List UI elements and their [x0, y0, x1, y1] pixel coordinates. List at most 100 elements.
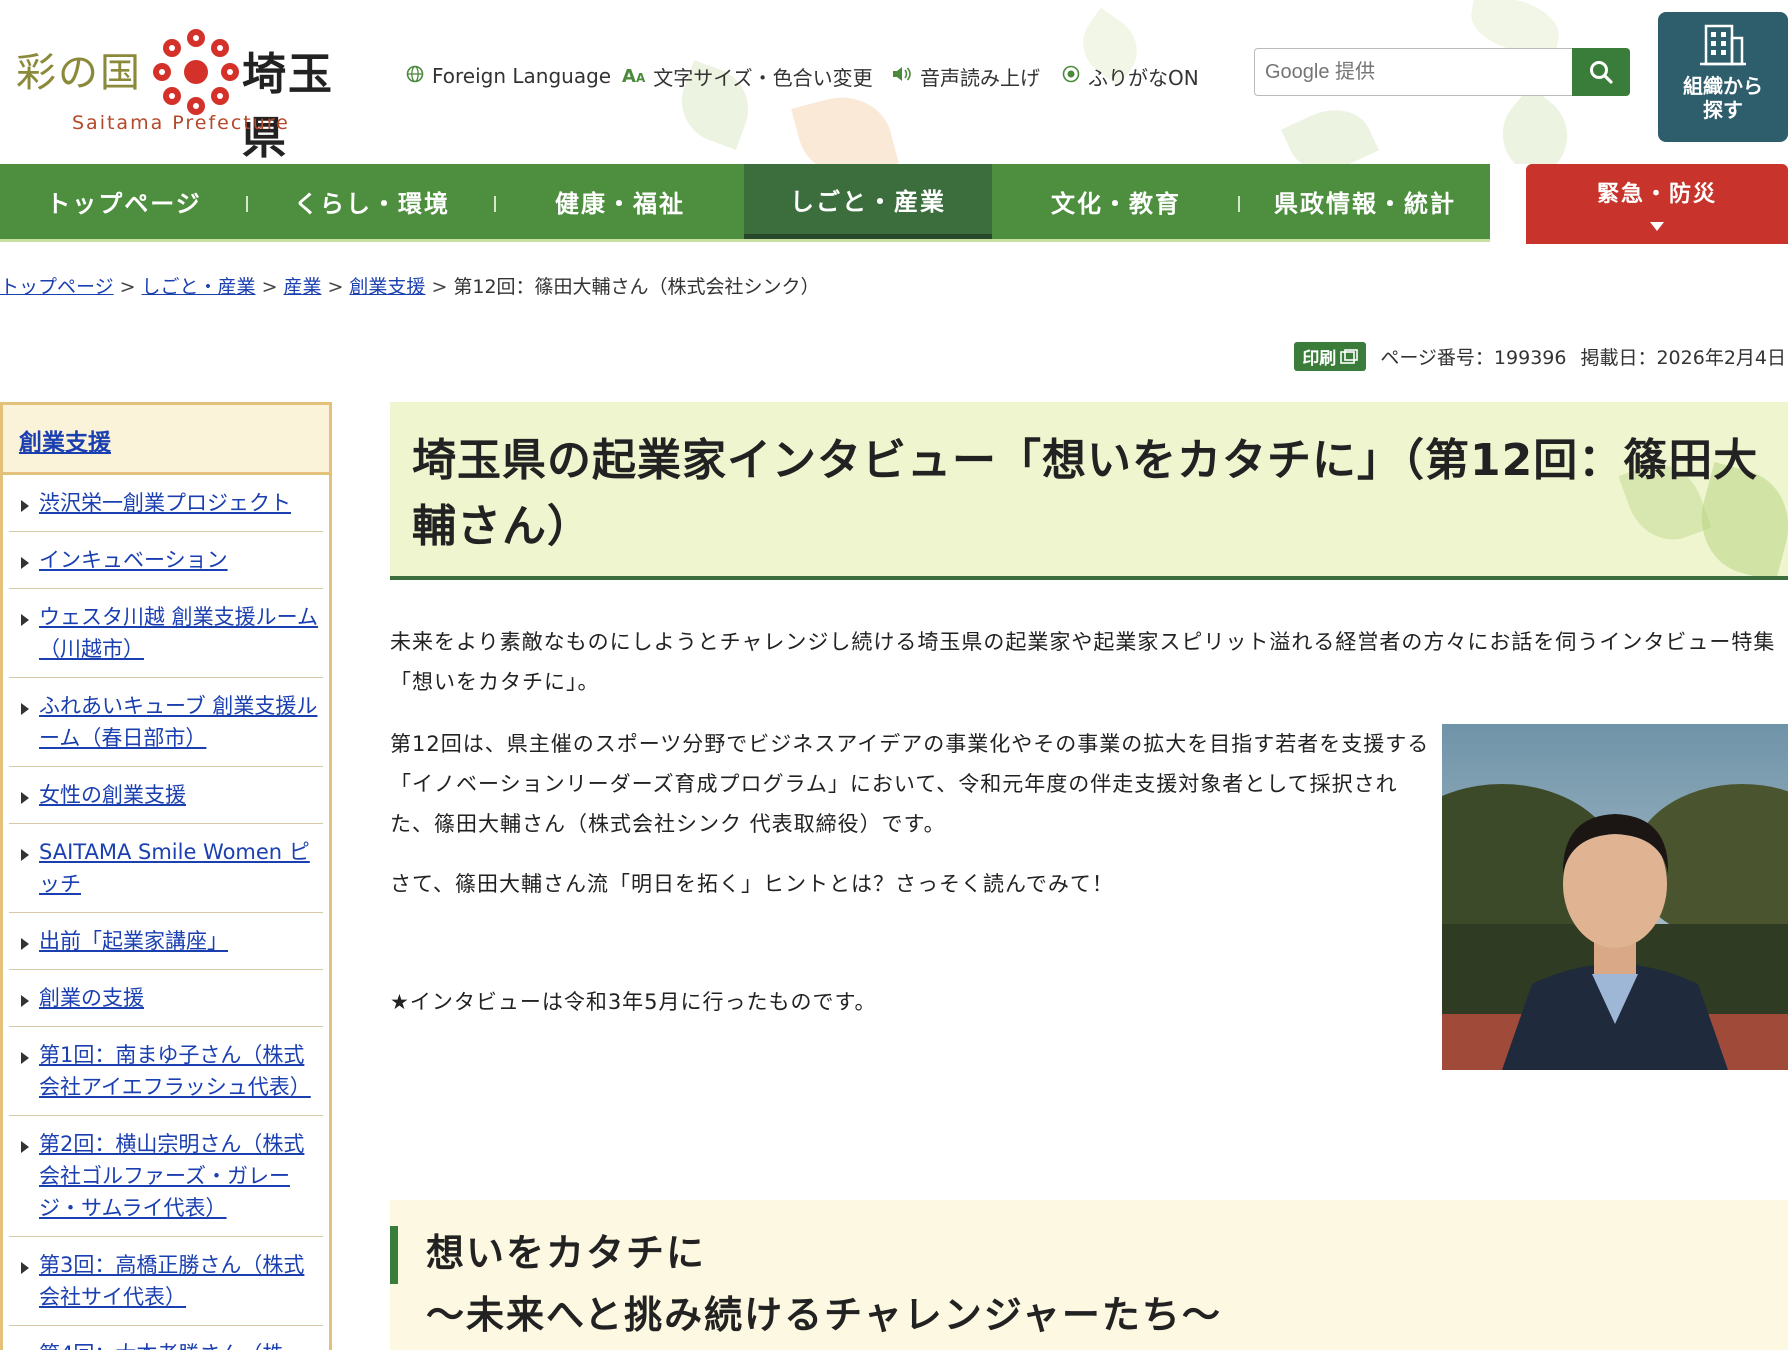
- text-size-icon: AA: [622, 65, 646, 87]
- sidebar-item-link[interactable]: 第3回：高橋正勝さん（株式会社サイ代表）: [39, 1253, 304, 1309]
- sidebar-item: ウェスタ川越 創業支援ルーム（川越市）: [9, 589, 323, 678]
- speaker-icon: [892, 66, 912, 87]
- sidebar-item: 女性の創業支援: [9, 767, 323, 824]
- building-icon: [1700, 24, 1746, 66]
- breadcrumb-separator: >: [119, 276, 136, 298]
- font-size-color-link[interactable]: AA 文字サイズ・色合い変更: [622, 62, 873, 90]
- sidebar-item: ふれあいキューブ 創業支援ルーム（春日部市）: [9, 678, 323, 767]
- printer-icon: [1340, 348, 1359, 364]
- breadcrumb-link[interactable]: 創業支援: [349, 276, 425, 298]
- sidebar-list: 渋沢栄一創業プロジェクト インキュベーション ウェスタ川越 創業支援ルーム（川越…: [3, 475, 329, 1350]
- nav-label: しごと・産業: [790, 187, 946, 216]
- page-meta: 印刷 ページ番号：199396 掲載日：2026年2月4日: [1294, 342, 1786, 371]
- furigana-toggle[interactable]: ふりがなON: [1062, 62, 1199, 90]
- sidebar-title: 創業支援: [3, 405, 329, 475]
- sidebar-item-link[interactable]: ふれあいキューブ 創業支援ルーム（春日部市）: [39, 694, 317, 750]
- breadcrumb-link[interactable]: 産業: [283, 276, 321, 298]
- intro-paragraph: 未来をより素敵なものにしようとチャレンジし続ける埼玉県の起業家や起業家スピリット…: [390, 630, 1776, 694]
- foreign-language-link[interactable]: Foreign Language: [406, 62, 611, 90]
- read-aloud-link[interactable]: 音声読み上げ: [892, 62, 1040, 90]
- search-icon: [1590, 61, 1613, 84]
- breadcrumb-separator: >: [431, 276, 448, 298]
- sidebar-item-link[interactable]: ウェスタ川越 創業支援ルーム（川越市）: [39, 605, 318, 661]
- page-number: ページ番号：199396: [1380, 347, 1567, 369]
- sidebar-item-link[interactable]: 創業の支援: [39, 986, 144, 1010]
- saitama-flower-logo-icon: [153, 29, 239, 115]
- search-input[interactable]: [1255, 49, 1573, 95]
- emergency-label: 緊急・防災: [1596, 182, 1717, 207]
- nav-item-culture[interactable]: 文化・教育: [992, 164, 1240, 239]
- sidebar-item-link[interactable]: 第1回：南まゆ子さん（株式会社アイエフラッシュ代表）: [39, 1043, 311, 1099]
- sidebar-item: 第2回：横山宗明さん（株式会社ゴルファーズ・ガレージ・サムライ代表）: [9, 1116, 323, 1237]
- sidebar-item-link[interactable]: 出前「起業家講座」: [39, 929, 228, 953]
- sidebar: 創業支援 渋沢栄一創業プロジェクト インキュベーション ウェスタ川越 創業支援ル…: [0, 402, 332, 1350]
- nav-item-living[interactable]: くらし・環境: [248, 164, 496, 239]
- body-paragraph: 第12回は、県主催のスポーツ分野でビジネスアイデアの事業化やその事業の拡大を目指…: [390, 732, 1430, 836]
- sidebar-item-link[interactable]: SAITAMA Smile Women ピッチ: [39, 840, 310, 896]
- nav-label: くらし・環境: [294, 190, 450, 218]
- search-button[interactable]: [1572, 48, 1630, 96]
- logo-english-text: Saitama Prefecture: [72, 112, 290, 134]
- chevron-down-icon: [1650, 222, 1664, 231]
- sidebar-item: 第1回：南まゆ子さん（株式会社アイエフラッシュ代表）: [9, 1027, 323, 1116]
- section-title: 想いをカタチに ～未来へと挑み続けるチャレンジャーたち～: [426, 1222, 1222, 1346]
- section-header: 想いをカタチに ～未来へと挑み続けるチャレンジャーたち～: [390, 1200, 1788, 1350]
- section-accent-bar: [390, 1226, 398, 1284]
- org-button-line1: 組織から: [1683, 74, 1763, 98]
- site-search: [1254, 48, 1630, 96]
- breadcrumb: トップページ > しごと・産業 > 産業 > 創業支援 > 第12回：篠田大輔さん（株式会社シン…: [0, 272, 820, 299]
- section-title-line2: ～未来へと挑み続けるチャレンジャーたち～: [426, 1293, 1222, 1337]
- sidebar-item-link[interactable]: 第2回：横山宗明さん（株式会社ゴルファーズ・ガレージ・サムライ代表）: [39, 1132, 304, 1220]
- breadcrumb-separator: >: [327, 276, 344, 298]
- sidebar-item-link[interactable]: 女性の創業支援: [39, 783, 186, 807]
- font-size-color-label: 文字サイズ・色合い変更: [653, 65, 873, 90]
- sidebar-item: 創業の支援: [9, 970, 323, 1027]
- find-by-organization-button[interactable]: 組織から 探す: [1658, 12, 1788, 142]
- globe-icon: [406, 65, 424, 88]
- breadcrumb-current: 第12回：篠田大輔さん（株式会社シンク）: [453, 276, 820, 298]
- nav-label: 文化・教育: [1051, 190, 1181, 218]
- nav-item-work[interactable]: しごと・産業: [744, 164, 992, 239]
- org-button-line2: 探す: [1703, 98, 1743, 122]
- portrait-image: [1442, 724, 1788, 1070]
- nav-label: 県政情報・統計: [1274, 190, 1456, 218]
- interviewee-photo: [1442, 724, 1788, 1070]
- sidebar-item: 渋沢栄一創業プロジェクト: [9, 475, 323, 532]
- sidebar-item: 第3回：高橋正勝さん（株式会社サイ代表）: [9, 1237, 323, 1326]
- body-paragraph: さて、篠田大輔さん流「明日を拓く」ヒントとは？さっそく読んでみて！: [390, 872, 1114, 896]
- furigana-icon: [1062, 65, 1080, 88]
- logo-sai-text: 彩の国: [16, 50, 142, 96]
- site-logo[interactable]: 彩の国 埼玉県 Saitama Prefecture: [16, 18, 376, 164]
- print-button[interactable]: 印刷: [1294, 342, 1367, 371]
- site-header: 彩の国 埼玉県 Saitama Prefecture Foreign Langu…: [0, 0, 1788, 164]
- leaf-decoration: [791, 85, 899, 164]
- sidebar-item-link[interactable]: 第4回：大本老勝さん（株: [39, 1342, 283, 1350]
- nav-item-top[interactable]: トップページ: [0, 164, 248, 239]
- print-label: 印刷: [1302, 349, 1337, 369]
- leaf-decoration: [1281, 95, 1379, 164]
- page-title-box: 埼玉県の起業家インタビュー「想いをカタチに」（第12回：篠田大輔さん）: [390, 402, 1788, 580]
- section-title-line1: 想いをカタチに: [426, 1231, 707, 1275]
- sidebar-item: 出前「起業家講座」: [9, 913, 323, 970]
- sidebar-item-link[interactable]: インキュベーション: [39, 548, 228, 572]
- sidebar-item-link[interactable]: 渋沢栄一創業プロジェクト: [39, 491, 291, 515]
- global-nav: トップページ くらし・環境 健康・福祉 しごと・産業 文化・教育 県政情報・統計: [0, 164, 1490, 242]
- sidebar-item: 第4回：大本老勝さん（株: [9, 1326, 323, 1350]
- nav-item-govt[interactable]: 県政情報・統計: [1240, 164, 1490, 239]
- sidebar-item: SAITAMA Smile Women ピッチ: [9, 824, 323, 913]
- published-date: 掲載日：2026年2月4日: [1580, 347, 1786, 369]
- breadcrumb-link[interactable]: しごと・産業: [142, 276, 256, 298]
- foreign-language-label: Foreign Language: [432, 64, 612, 88]
- page-title: 埼玉県の起業家インタビュー「想いをカタチに」（第12回：篠田大輔さん）: [412, 435, 1759, 552]
- logo-ken-text: 埼玉県: [242, 49, 334, 164]
- furigana-label: ふりがなON: [1088, 65, 1199, 90]
- interview-note: ★インタビューは令和3年5月に行ったものです。: [390, 990, 877, 1014]
- leaf-decoration: [1485, 85, 1585, 164]
- emergency-button[interactable]: 緊急・防災: [1526, 164, 1788, 244]
- sidebar-item: インキュベーション: [9, 532, 323, 589]
- nav-item-health[interactable]: 健康・福祉: [496, 164, 744, 239]
- sidebar-title-link[interactable]: 創業支援: [19, 430, 111, 456]
- nav-label: 健康・福祉: [555, 190, 685, 218]
- breadcrumb-link[interactable]: トップページ: [0, 276, 114, 298]
- breadcrumb-separator: >: [261, 276, 278, 298]
